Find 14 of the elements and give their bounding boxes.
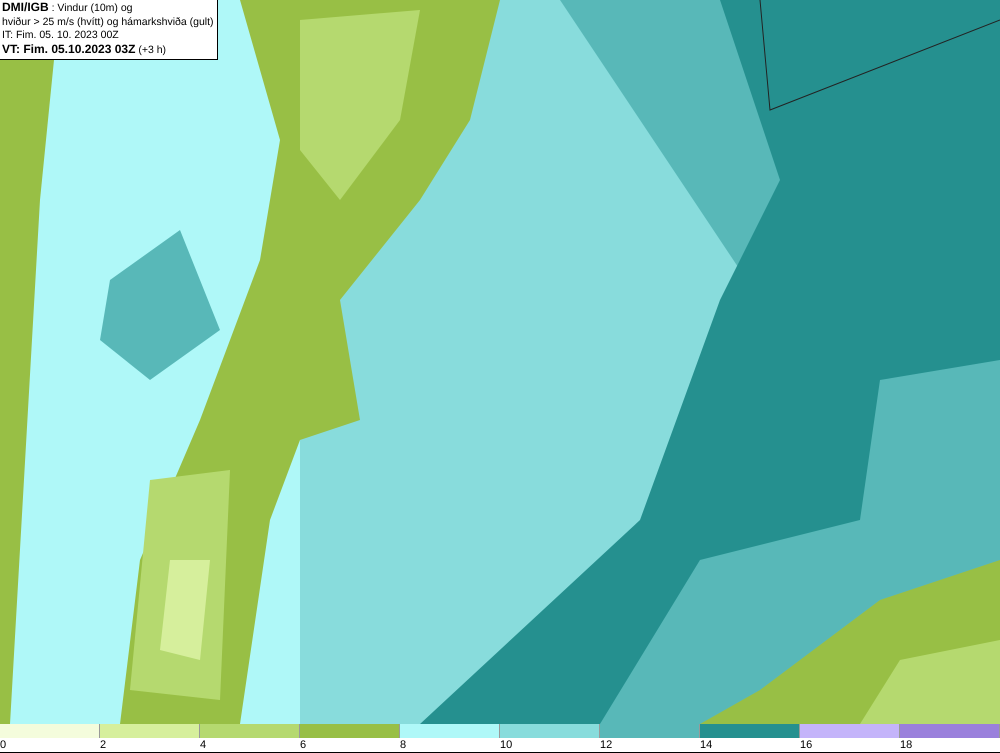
- legend-label: 8: [400, 738, 406, 752]
- legend-label: 2: [100, 738, 106, 752]
- title-line: IT: Fim. 05. 10. 2023 00Z: [2, 29, 120, 42]
- title-line: DMI/IGB : Vindur (10m) og: [2, 1, 134, 16]
- legend-label: 14: [700, 738, 712, 752]
- legend-label: 16: [800, 738, 812, 752]
- legend-label: 10: [500, 738, 512, 752]
- title-line: hviður > 25 m/s (hvítt) og hámarkshviða (gult): [2, 16, 214, 29]
- legend-label: 12: [600, 738, 612, 752]
- legend-label: 0: [0, 738, 6, 752]
- legend-label: 4: [200, 738, 206, 752]
- title-line: VT: Fim. 05.10.2023 03Z (+3 h): [2, 42, 168, 57]
- legend-label: 6: [300, 738, 306, 752]
- legend-label: 18: [900, 738, 912, 752]
